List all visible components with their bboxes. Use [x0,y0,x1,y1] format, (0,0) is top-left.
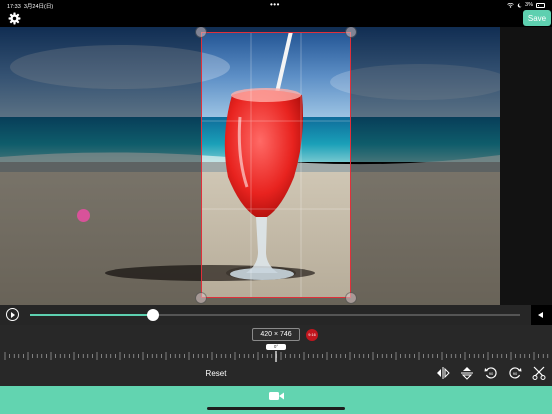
rotate-right-icon[interactable]: 90 [508,366,522,380]
crop-handle-bottom-left[interactable] [195,292,207,304]
moon-icon [517,2,522,7]
photo-canvas[interactable] [0,27,500,305]
play-icon[interactable] [6,308,19,321]
playback-progress [30,314,153,316]
playback-track[interactable] [30,309,520,321]
bottom-bar [0,386,552,414]
playback-bar [0,305,552,325]
status-clock: 17:33 [7,4,21,10]
flip-horizontal-icon[interactable] [436,366,450,380]
scissors-icon[interactable] [532,366,546,380]
playback-thumb[interactable] [146,309,159,321]
dimensions-field[interactable]: 420 × 746 [252,328,300,341]
home-indicator[interactable] [207,407,345,410]
status-date: 3月24日(日) [23,4,54,10]
triangle-left-icon[interactable] [531,305,552,325]
wifi-icon [507,2,514,8]
battery-icon [536,2,545,8]
video-camera-icon[interactable] [269,391,284,401]
battery-percent: 3% [525,2,533,8]
aspect-ratio-badge[interactable]: 9:16 [306,329,318,341]
multitasking-dots[interactable]: ••• [270,0,280,9]
rotation-angle-label: 0° [266,344,286,350]
crop-handle-bottom-right[interactable] [345,292,357,304]
flip-vertical-icon[interactable] [460,366,474,380]
rotation-ruler[interactable] [0,351,552,363]
status-bar: 17:33 3月24日(日) ••• 3% [0,0,552,10]
touch-indicator [77,209,90,222]
crop-frame[interactable] [201,32,351,298]
rotate-left-icon[interactable]: 90 [484,366,498,380]
crop-controls: 420 × 746 9:16 0° Reset 90 90 [0,325,552,386]
status-time: 17:33 3月24日(日) [7,2,53,10]
save-button[interactable]: Save [523,10,551,26]
status-indicators: 3% [507,2,545,8]
reset-button[interactable]: Reset [196,367,236,380]
svg-text:90: 90 [513,371,518,376]
canvas-side-strip [500,27,552,305]
gear-icon[interactable] [8,12,21,25]
svg-text:90: 90 [489,371,494,376]
